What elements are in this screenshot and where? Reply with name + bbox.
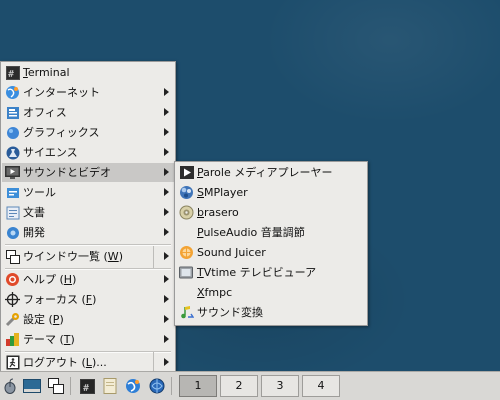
pulseaudio-icon xyxy=(179,225,194,240)
menu-item-focus[interactable]: フォーカス (F) xyxy=(2,290,174,309)
chevron-right-icon xyxy=(164,188,169,196)
menu-item-sound-video[interactable]: サウンドとビデオ xyxy=(2,163,174,182)
menu-item-window-list[interactable]: ウインドウ一覧 (W) xyxy=(2,247,174,266)
globe-icon xyxy=(5,85,20,100)
menu-item-graphics[interactable]: グラフィックス xyxy=(2,123,174,142)
menu-item-tvtime[interactable]: TVtime テレビビューア xyxy=(176,263,366,282)
menu-item-logout[interactable]: ログアウト (L)... xyxy=(2,353,174,372)
taskbar-separator xyxy=(70,377,71,395)
menu-item-internet[interactable]: インターネット xyxy=(2,83,174,102)
sound-video-submenu: Parole メディアプレーヤー SMPlayer brasero PulseA… xyxy=(174,161,368,326)
svg-text:#: # xyxy=(8,69,14,80)
blank-icon xyxy=(179,285,194,300)
taskbar: # 1 2 3 4 xyxy=(0,371,500,400)
chevron-right-icon xyxy=(164,275,169,283)
settings-icon xyxy=(5,312,20,327)
menu-item-pulseaudio[interactable]: PulseAudio 音量調節 xyxy=(176,223,366,242)
chevron-right-icon xyxy=(164,252,169,260)
menu-column-divider xyxy=(153,246,154,268)
window-list-icon xyxy=(5,249,20,264)
menu-item-terminal[interactable]: # Terminal xyxy=(2,63,174,82)
office-icon xyxy=(5,105,20,120)
chevron-right-icon xyxy=(164,335,169,343)
menu-item-office[interactable]: オフィス xyxy=(2,103,174,122)
help-icon xyxy=(5,272,20,287)
chevron-right-icon xyxy=(164,295,169,303)
workspace-4-button[interactable]: 4 xyxy=(302,375,340,397)
chevron-right-icon xyxy=(164,358,169,366)
chevron-right-icon xyxy=(164,108,169,116)
files-icon[interactable] xyxy=(102,378,118,394)
menu-item-tools[interactable]: ツール xyxy=(2,183,174,202)
tvtime-icon xyxy=(179,265,194,280)
chevron-right-icon xyxy=(164,168,169,176)
smplayer-icon xyxy=(179,185,194,200)
mouse-icon[interactable] xyxy=(2,378,18,394)
focus-icon xyxy=(5,292,20,307)
menu-item-settings[interactable]: 設定 (P) xyxy=(2,310,174,329)
terminal-icon[interactable]: # xyxy=(79,378,95,394)
menu-item-science[interactable]: サイエンス xyxy=(2,143,174,162)
svg-text:#: # xyxy=(83,383,89,394)
graphics-icon xyxy=(5,125,20,140)
sound-converter-icon xyxy=(179,305,194,320)
tools-icon xyxy=(5,185,20,200)
multimedia-icon xyxy=(5,165,20,180)
chevron-right-icon xyxy=(164,88,169,96)
document-icon xyxy=(5,205,20,220)
logout-icon xyxy=(5,355,20,370)
menu-item-documents[interactable]: 文書 xyxy=(2,203,174,222)
menu-item-brasero[interactable]: brasero xyxy=(176,203,366,222)
globe-icon[interactable] xyxy=(149,378,165,394)
menu-separator xyxy=(5,244,171,246)
menu-item-smplayer[interactable]: SMPlayer xyxy=(176,183,366,202)
theme-icon xyxy=(5,332,20,347)
science-icon xyxy=(5,145,20,160)
menu-item-parole[interactable]: Parole メディアプレーヤー xyxy=(176,163,366,182)
applications-menu: # Terminal インターネット オフィス グラフィックス サイエンス サウ… xyxy=(0,61,176,373)
development-icon xyxy=(5,225,20,240)
chevron-right-icon xyxy=(164,148,169,156)
taskbar-separator xyxy=(171,377,172,395)
chevron-right-icon xyxy=(164,228,169,236)
menu-item-sound-juicer[interactable]: Sound Juicer xyxy=(176,243,366,262)
menu-item-sound-converter[interactable]: サウンド変換 xyxy=(176,303,366,322)
menu-column-divider xyxy=(153,352,154,372)
chevron-right-icon xyxy=(164,128,169,136)
parole-icon xyxy=(179,165,194,180)
brasero-icon xyxy=(179,205,194,220)
sound-juicer-icon xyxy=(179,245,194,260)
menu-item-development[interactable]: 開発 xyxy=(2,223,174,242)
terminal-icon: # xyxy=(5,65,20,80)
desktop-icon[interactable] xyxy=(23,378,41,394)
workspace-2-button[interactable]: 2 xyxy=(220,375,258,397)
menu-item-help[interactable]: ヘルプ (H) xyxy=(2,270,174,289)
windows-icon[interactable] xyxy=(48,378,64,394)
browser-icon[interactable] xyxy=(125,378,141,394)
workspace-1-button[interactable]: 1 xyxy=(179,375,217,397)
menu-item-xfmpc[interactable]: Xfmpc xyxy=(176,283,366,302)
chevron-right-icon xyxy=(164,208,169,216)
workspace-3-button[interactable]: 3 xyxy=(261,375,299,397)
menu-item-theme[interactable]: テーマ (T) xyxy=(2,330,174,349)
chevron-right-icon xyxy=(164,315,169,323)
